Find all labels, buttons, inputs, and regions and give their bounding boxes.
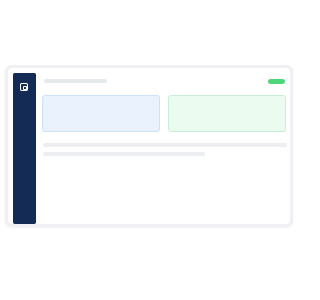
sidebar — [13, 73, 36, 224]
app-window — [5, 65, 293, 227]
page-title-placeholder — [44, 79, 107, 83]
summary-card-primary[interactable] — [42, 95, 160, 132]
status-indicator — [268, 79, 285, 84]
summary-card-success[interactable] — [168, 95, 286, 132]
app-logo-icon[interactable] — [20, 83, 28, 91]
content-placeholder-line — [43, 143, 287, 147]
content-placeholder-line — [43, 152, 205, 156]
